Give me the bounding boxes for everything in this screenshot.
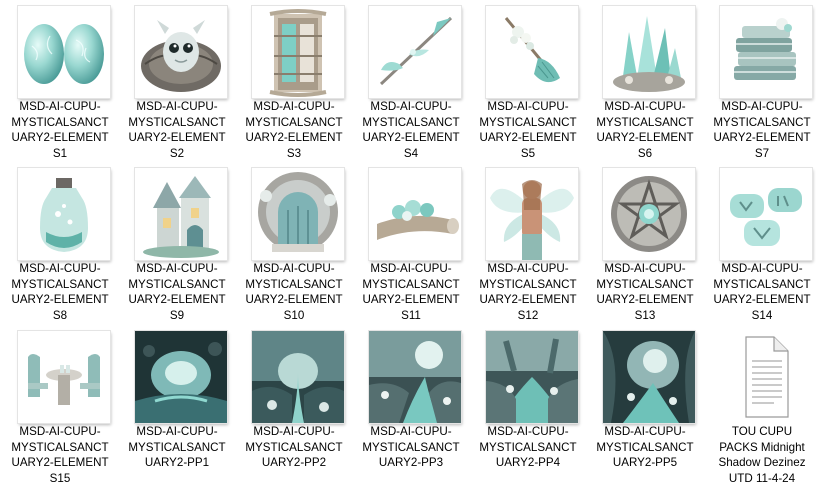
file-name: MSD-AI-CUPU- MYSTICALSANCT UARY2-PP3 xyxy=(362,425,460,470)
file-name: MSD-AI-CUPU- MYSTICALSANCT UARY2-PP2 xyxy=(245,425,343,470)
file-item[interactable]: MSD-AI-CUPU- MYSTICALSANCT UARY2-PP2 xyxy=(238,325,350,485)
file-name: MSD-AI-CUPU- MYSTICALSANCT UARY2-PP4 xyxy=(479,425,577,470)
file-item[interactable]: MSD-AI-CUPU- MYSTICALSANCT UARY2-ELEMENT S3 xyxy=(238,0,350,160)
file-grid: MSD-AI-CUPU- MYSTICALSANCT UARY2-ELEMENT S1… xyxy=(0,0,816,492)
file-item[interactable]: MSD-AI-CUPU- MYSTICALSANCT UARY2-PP4 xyxy=(472,325,584,485)
file-item[interactable]: MSD-AI-CUPU- MYSTICALSANCT UARY2-ELEMENT S1… xyxy=(355,162,467,322)
file-name: MSD-AI-CUPU- MYSTICALSANCT UARY2-ELEMENT S1… xyxy=(11,425,109,485)
file-name: MSD-AI-CUPU- MYSTICALSANCT UARY2-ELEMENT S6 xyxy=(596,100,694,160)
file-item[interactable]: MSD-AI-CUPU- MYSTICALSANCT UARY2-PP3 xyxy=(355,325,467,485)
file-item[interactable]: MSD-AI-CUPU- MYSTICALSANCT UARY2-ELEMENT S2 xyxy=(121,0,233,160)
file-name: MSD-AI-CUPU- MYSTICALSANCT UARY2-ELEMENT S8 xyxy=(11,262,109,322)
eggs-icon xyxy=(18,6,110,98)
jar-icon xyxy=(18,168,110,260)
file-item[interactable]: MSD-AI-CUPU- MYSTICALSANCT UARY2-ELEMENT S1… xyxy=(4,325,116,485)
log-icon xyxy=(369,168,461,260)
file-item[interactable]: MSD-AI-CUPU- MYSTICALSANCT UARY2-ELEMENT S9 xyxy=(121,162,233,322)
file-name: MSD-AI-CUPU- MYSTICALSANCT UARY2-ELEMENT S1… xyxy=(713,262,811,322)
round-door-icon xyxy=(252,168,344,260)
books-icon xyxy=(720,6,812,98)
crystals-icon xyxy=(603,6,695,98)
fairy-house-icon xyxy=(135,168,227,260)
file-item[interactable]: MSD-AI-CUPU- MYSTICALSANCT UARY2-PP5 xyxy=(589,325,701,485)
file-item[interactable]: MSD-AI-CUPU- MYSTICALSANCT UARY2-ELEMENT S1 xyxy=(4,0,116,160)
file-name: MSD-AI-CUPU- MYSTICALSANCT UARY2-ELEMENT S9 xyxy=(128,262,226,322)
rune-stones-icon xyxy=(720,168,812,260)
file-name: MSD-AI-CUPU- MYSTICALSANCT UARY2-ELEMENT S2 xyxy=(128,100,226,160)
stream-paper-icon xyxy=(369,331,461,423)
pentacle-icon xyxy=(603,168,695,260)
file-name: MSD-AI-CUPU- MYSTICALSANCT UARY2-ELEMENT S4 xyxy=(362,100,460,160)
file-item[interactable]: MSD-AI-CUPU- MYSTICALSANCT UARY2-PP1 xyxy=(121,325,233,485)
spear-icon xyxy=(369,6,461,98)
file-name: MSD-AI-CUPU- MYSTICALSANCT UARY2-ELEMENT S5 xyxy=(479,100,577,160)
file-name: MSD-AI-CUPU- MYSTICALSANCT UARY2-ELEMENT S1… xyxy=(479,262,577,322)
file-item[interactable]: MSD-AI-CUPU- MYSTICALSANCT UARY2-ELEMENT S5 xyxy=(472,0,584,160)
cave-paper-icon xyxy=(135,331,227,423)
file-name: MSD-AI-CUPU- MYSTICALSANCT UARY2-ELEMENT S1… xyxy=(596,262,694,322)
file-item[interactable]: MSD-AI-CUPU- MYSTICALSANCT UARY2-ELEMENT S8 xyxy=(4,162,116,322)
fairy-man-icon xyxy=(486,168,578,260)
file-item[interactable]: MSD-AI-CUPU- MYSTICALSANCT UARY2-ELEMENT S6 xyxy=(589,0,701,160)
file-item[interactable]: MSD-AI-CUPU- MYSTICALSANCT UARY2-ELEMENT S7 xyxy=(706,0,816,160)
file-name: MSD-AI-CUPU- MYSTICALSANCT UARY2-ELEMENT S1… xyxy=(362,262,460,322)
table-chairs-icon xyxy=(18,331,110,423)
file-item[interactable]: MSD-AI-CUPU- MYSTICALSANCT UARY2-ELEMENT S1… xyxy=(706,162,816,322)
file-name: MSD-AI-CUPU- MYSTICALSANCT UARY2-ELEMENT S7 xyxy=(713,100,811,160)
file-item[interactable]: MSD-AI-CUPU- MYSTICALSANCT UARY2-ELEMENT S1… xyxy=(238,162,350,322)
file-item[interactable]: MSD-AI-CUPU- MYSTICALSANCT UARY2-ELEMENT S4 xyxy=(355,0,467,160)
file-name: TOU CUPU PACKS Midnight Shadow Dezinez UTD … xyxy=(718,425,806,485)
file-item[interactable]: MSD-AI-CUPU- MYSTICALSANCT UARY2-ELEMENT S1… xyxy=(472,162,584,322)
river-paper-icon xyxy=(486,331,578,423)
dragon-nest-icon xyxy=(135,6,227,98)
file-name: MSD-AI-CUPU- MYSTICALSANCT UARY2-ELEMENT S1… xyxy=(245,262,343,322)
cabinet-icon xyxy=(252,6,344,98)
file-item[interactable]: TOU CUPU PACKS Midnight Shadow Dezinez UTD … xyxy=(706,325,816,485)
broom-icon xyxy=(486,6,578,98)
file-item[interactable]: MSD-AI-CUPU- MYSTICALSANCT UARY2-ELEMENT S1… xyxy=(589,162,701,322)
text-document-icon xyxy=(720,329,812,425)
grotto-paper-icon xyxy=(603,331,695,423)
file-name: MSD-AI-CUPU- MYSTICALSANCT UARY2-ELEMENT S3 xyxy=(245,100,343,160)
file-name: MSD-AI-CUPU- MYSTICALSANCT UARY2-PP5 xyxy=(596,425,694,470)
file-name: MSD-AI-CUPU- MYSTICALSANCT UARY2-ELEMENT S1 xyxy=(11,100,109,160)
file-name: MSD-AI-CUPU- MYSTICALSANCT UARY2-PP1 xyxy=(128,425,226,470)
forest-paper-icon xyxy=(252,331,344,423)
